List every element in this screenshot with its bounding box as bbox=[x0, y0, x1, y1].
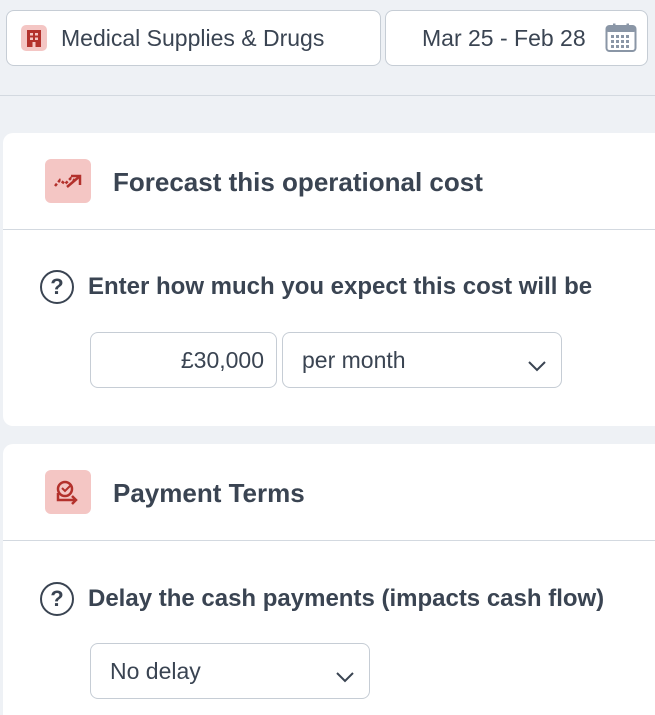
delay-select[interactable]: No delay bbox=[90, 643, 370, 699]
delay-question-text: Delay the cash payments (impacts cash fl… bbox=[88, 585, 605, 612]
payment-terms-card: Payment Terms ? Delay the cash payments … bbox=[3, 444, 655, 715]
cost-question: ? Enter how much you expect this cost wi… bbox=[40, 270, 592, 304]
payment-card-header: Payment Terms bbox=[3, 444, 655, 541]
top-bar: Medical Supplies & Drugs Mar 25 - Feb 28 bbox=[0, 0, 655, 96]
period-select[interactable]: per month bbox=[282, 332, 562, 388]
date-range-label: Mar 25 - Feb 28 bbox=[422, 24, 586, 51]
chevron-down-icon bbox=[335, 663, 355, 690]
category-selector[interactable]: Medical Supplies & Drugs bbox=[6, 10, 381, 66]
trend-up-icon bbox=[45, 159, 91, 203]
period-select-value: per month bbox=[302, 346, 406, 373]
building-icon bbox=[21, 25, 47, 51]
amount-input[interactable]: £30,000 bbox=[90, 332, 277, 388]
delay-select-value: No delay bbox=[110, 657, 201, 684]
question-mark-icon[interactable]: ? bbox=[40, 582, 74, 616]
date-range-picker[interactable]: Mar 25 - Feb 28 bbox=[385, 10, 648, 66]
payment-arrow-icon bbox=[45, 470, 91, 514]
payment-card-title: Payment Terms bbox=[113, 478, 305, 508]
chevron-down-icon bbox=[527, 352, 547, 379]
delay-question: ? Delay the cash payments (impacts cash … bbox=[40, 582, 604, 616]
calendar-icon[interactable] bbox=[605, 23, 637, 58]
forecast-card: Forecast this operational cost ? Enter h… bbox=[3, 133, 655, 426]
question-mark-icon[interactable]: ? bbox=[40, 270, 74, 304]
category-label: Medical Supplies & Drugs bbox=[61, 24, 325, 51]
forecast-card-header: Forecast this operational cost bbox=[3, 133, 655, 230]
forecast-card-title: Forecast this operational cost bbox=[113, 167, 483, 197]
cost-question-text: Enter how much you expect this cost will… bbox=[88, 273, 593, 300]
